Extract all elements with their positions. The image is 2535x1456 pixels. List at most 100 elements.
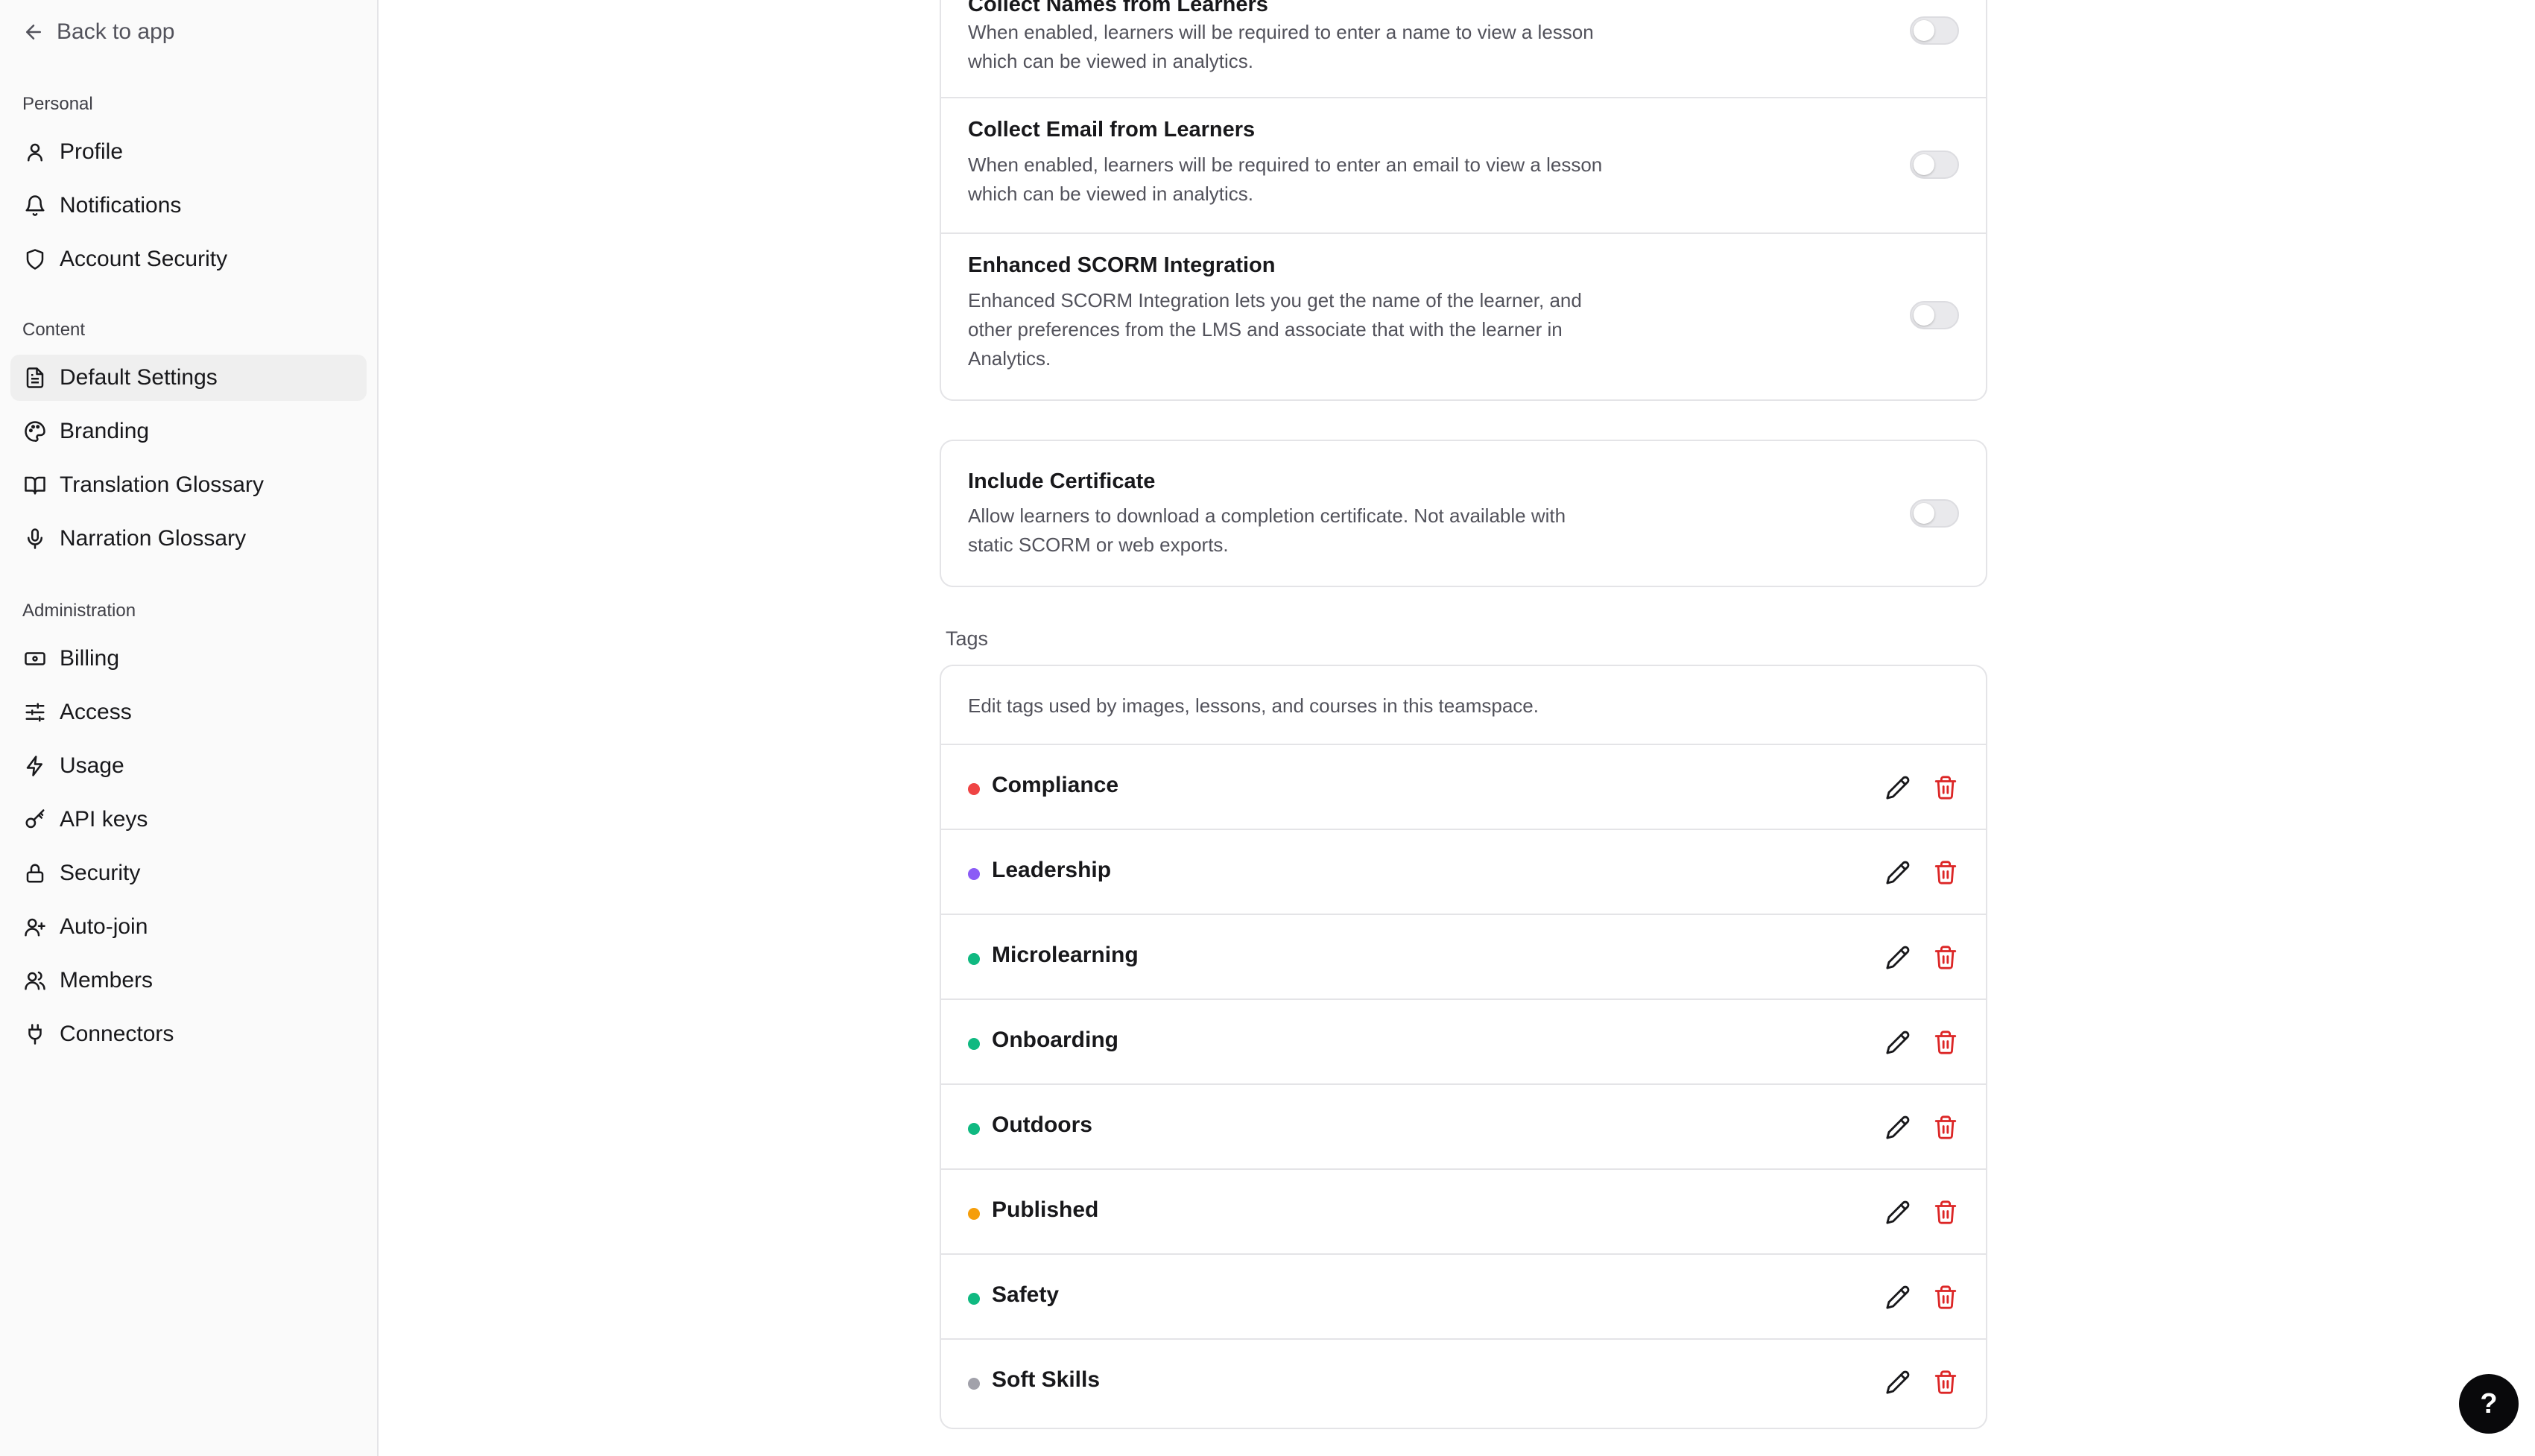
pencil-icon <box>1886 861 1910 884</box>
sidebar-item-connectors[interactable]: Connectors <box>10 1011 367 1057</box>
setting-collect-names: Collect Names from Learners When enabled… <box>941 0 1986 97</box>
edit-tag-button[interactable] <box>1883 1367 1913 1397</box>
tag-color-dot <box>968 1208 980 1220</box>
tag-row: Outdoors <box>941 1085 1986 1170</box>
delete-tag-button[interactable] <box>1931 943 1960 972</box>
sidebar-item-account-security[interactable]: Account Security <box>10 236 367 282</box>
edit-tag-button[interactable] <box>1883 1028 1913 1057</box>
sidebar-item-auto-join[interactable]: Auto-join <box>10 904 367 950</box>
sidebar-item-translation-glossary[interactable]: Translation Glossary <box>10 462 367 508</box>
tag-row: Onboarding <box>941 1000 1986 1085</box>
tag-color-dot <box>968 1378 980 1390</box>
delete-tag-button[interactable] <box>1931 1282 1960 1312</box>
tag-name: Leadership <box>992 858 1112 882</box>
setting-description: When enabled, learners will be required … <box>968 153 1603 205</box>
sidebar-item-notifications[interactable]: Notifications <box>10 183 367 229</box>
toggle-knob <box>1914 305 1934 326</box>
sidebar-item-label: Narration Glossary <box>60 526 247 551</box>
sidebar-group-administration: Administration <box>22 601 136 621</box>
edit-tag-button[interactable] <box>1883 858 1913 887</box>
book-icon <box>25 476 45 495</box>
collect-names-toggle[interactable] <box>1910 16 1959 45</box>
sidebar-item-usage[interactable]: Usage <box>10 743 367 789</box>
sidebar-item-label: Members <box>60 968 154 993</box>
trash-icon <box>1934 1115 1957 1139</box>
include-certificate-toggle[interactable] <box>1910 499 1959 528</box>
trash-icon <box>1934 946 1957 969</box>
delete-tag-button[interactable] <box>1931 858 1960 887</box>
delete-tag-button[interactable] <box>1931 1367 1960 1397</box>
trash-icon <box>1934 861 1957 884</box>
tag-color-dot <box>968 1038 980 1050</box>
setting-title: Collect Names from Learners <box>968 0 1268 16</box>
key-icon <box>25 809 45 829</box>
user-icon <box>28 143 42 162</box>
edit-tag-button[interactable] <box>1883 1112 1913 1142</box>
sidebar-item-profile[interactable]: Profile <box>10 129 367 175</box>
shield-icon <box>26 249 44 270</box>
sidebar-item-label: Auto-join <box>60 914 148 939</box>
tag-name: Published <box>992 1197 1099 1222</box>
sidebar-item-label: Security <box>60 861 141 885</box>
document-icon <box>26 367 44 388</box>
tag-row: Published <box>941 1170 1986 1255</box>
lock-icon <box>26 864 44 883</box>
tag-row: Microlearning <box>941 915 1986 1000</box>
sidebar-item-access[interactable]: Access <box>10 689 367 735</box>
collect-email-toggle[interactable] <box>1910 151 1959 179</box>
setting-title: Enhanced SCORM Integration <box>968 253 1276 277</box>
setting-description: Allow learners to download a completion … <box>968 504 1566 556</box>
delete-tag-button[interactable] <box>1931 1028 1960 1057</box>
tag-color-dot <box>968 1123 980 1135</box>
sidebar-item-members[interactable]: Members <box>10 958 367 1004</box>
setting-enhanced-scorm: Enhanced SCORM Integration Enhanced SCOR… <box>941 234 1986 401</box>
arrow-left-icon <box>26 25 41 39</box>
trash-icon <box>1934 1200 1957 1224</box>
delete-tag-button[interactable] <box>1931 773 1960 803</box>
delete-tag-button[interactable] <box>1931 1197 1960 1227</box>
sidebar-item-billing[interactable]: Billing <box>10 636 367 682</box>
bell-icon <box>25 195 45 216</box>
enhanced-scorm-toggle[interactable] <box>1910 301 1959 329</box>
microphone-icon <box>28 528 42 549</box>
sidebar-item-narration-glossary[interactable]: Narration Glossary <box>10 516 367 562</box>
settings-sidebar: Back to app Personal Profile Notificatio… <box>0 0 379 1456</box>
plug-icon <box>28 1024 42 1045</box>
tag-row: Compliance <box>941 745 1986 830</box>
tags-section-label: Tags <box>946 627 989 650</box>
tag-name: Onboarding <box>992 1028 1118 1052</box>
tags-description: Edit tags used by images, lessons, and c… <box>968 694 1539 717</box>
trash-icon <box>1934 1031 1957 1054</box>
sidebar-item-label: Usage <box>60 753 124 778</box>
tag-name: Soft Skills <box>992 1367 1101 1392</box>
edit-tag-button[interactable] <box>1883 1197 1913 1227</box>
learner-settings-card: Collect Names from Learners When enabled… <box>940 0 1987 401</box>
sidebar-item-label: API keys <box>60 807 148 832</box>
sidebar-group-personal: Personal <box>22 94 93 114</box>
sidebar-item-api-keys[interactable]: API keys <box>10 797 367 843</box>
toggle-knob <box>1914 503 1934 524</box>
edit-tag-button[interactable] <box>1883 773 1913 803</box>
sidebar-item-default-settings[interactable]: Default Settings <box>10 355 367 401</box>
sidebar-item-label: Profile <box>60 139 124 164</box>
tag-name: Compliance <box>992 773 1119 797</box>
trash-icon <box>1934 1285 1957 1309</box>
delete-tag-button[interactable] <box>1931 1112 1960 1142</box>
edit-tag-button[interactable] <box>1883 1282 1913 1312</box>
sidebar-item-label: Branding <box>60 419 150 443</box>
back-to-app-link[interactable]: Back to app <box>22 15 174 49</box>
back-to-app-label: Back to app <box>57 19 175 44</box>
tags-card: Edit tags used by images, lessons, and c… <box>940 665 1987 1429</box>
certificate-card: Include Certificate Allow learners to do… <box>940 440 1987 587</box>
sidebar-item-label: Billing <box>60 646 120 671</box>
tag-color-dot <box>968 1293 980 1305</box>
help-button[interactable]: ? <box>2459 1374 2519 1434</box>
sidebar-item-label: Access <box>60 700 132 724</box>
edit-tag-button[interactable] <box>1883 943 1913 972</box>
sidebar-item-security[interactable]: Security <box>10 850 367 896</box>
tag-color-dot <box>968 868 980 880</box>
user-plus-icon <box>25 918 45 937</box>
tag-name: Safety <box>992 1282 1060 1307</box>
tag-color-dot <box>968 953 980 965</box>
sidebar-item-branding[interactable]: Branding <box>10 408 367 455</box>
